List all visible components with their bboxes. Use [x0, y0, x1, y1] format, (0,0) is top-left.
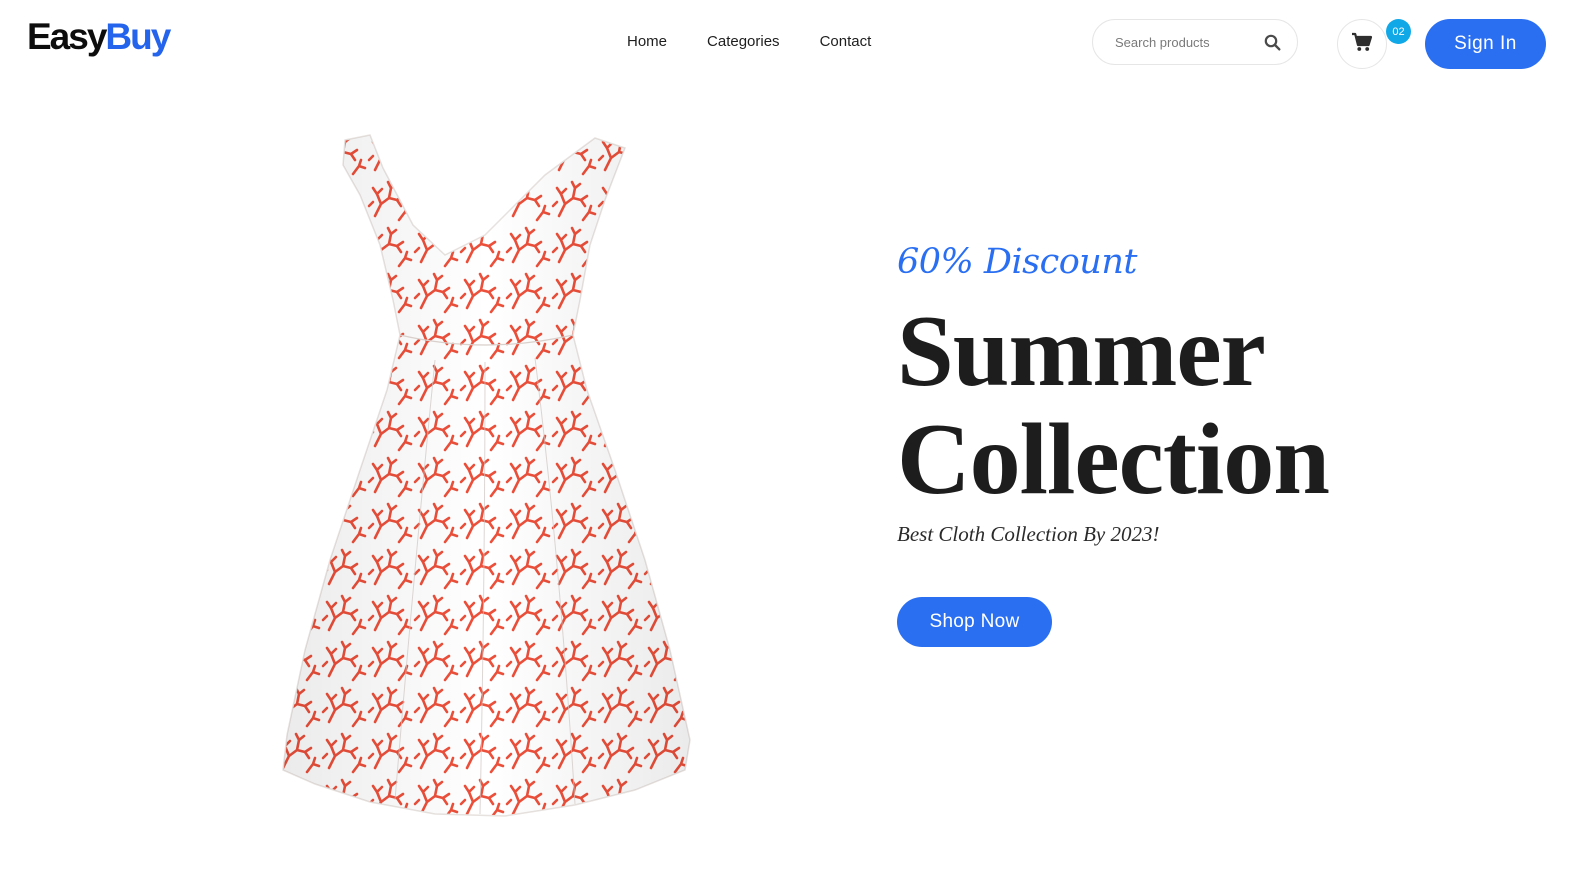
discount-label: 60% Discount [897, 242, 1137, 282]
cart-button[interactable] [1337, 19, 1387, 69]
nav-link-categories[interactable]: Categories [707, 33, 780, 50]
hero-headline: Summer Collection [897, 295, 1330, 516]
shop-now-button[interactable]: Shop Now [897, 597, 1052, 647]
logo-text-buy: Buy [105, 16, 171, 57]
brand-logo[interactable]: EasyBuy [27, 16, 171, 57]
nav-link-contact[interactable]: Contact [820, 33, 872, 50]
logo-text-easy: Easy [27, 16, 107, 57]
headline-line-2: Collection [897, 403, 1330, 516]
sign-in-button[interactable]: Sign In [1425, 19, 1546, 69]
main-nav: Home Categories Contact [627, 33, 871, 50]
search-box [1092, 19, 1298, 65]
cart-icon [1351, 32, 1373, 57]
cart-count-badge: 02 [1386, 19, 1411, 44]
site-header: EasyBuy Home Categories Contact 02 Sign … [0, 0, 1580, 86]
search-input[interactable] [1113, 33, 1264, 51]
search-icon[interactable] [1264, 34, 1281, 51]
headline-line-1: Summer [897, 295, 1266, 408]
nav-link-home[interactable]: Home [627, 33, 667, 50]
hero-tagline: Best Cloth Collection By 2023! [897, 522, 1160, 546]
product-image-dress [275, 130, 700, 820]
